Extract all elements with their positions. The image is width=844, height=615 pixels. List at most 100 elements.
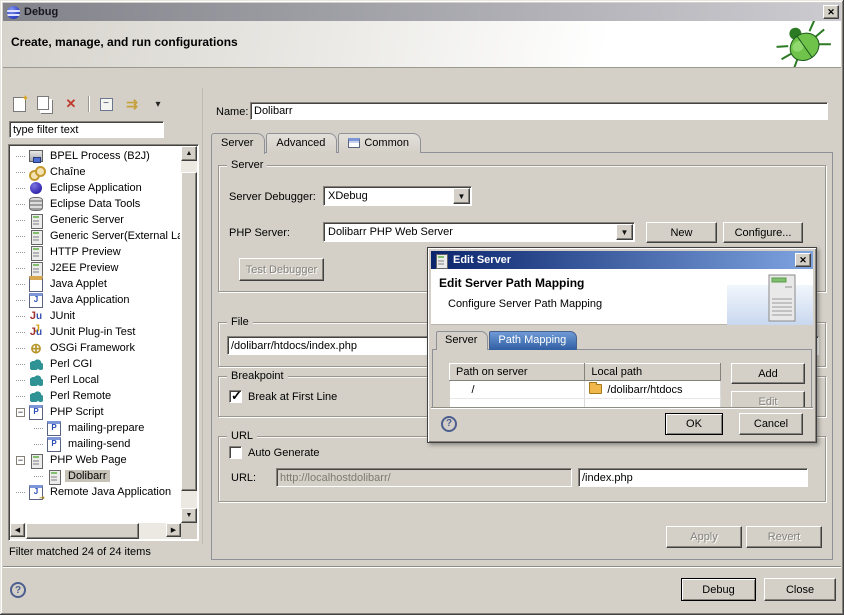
tree-item[interactable]: Perl Local (11, 372, 180, 388)
tree-item-label: JUnit (47, 310, 78, 322)
new-configuration-icon[interactable] (8, 94, 30, 115)
tree-item[interactable]: mailing-prepare (11, 420, 180, 436)
tree-item[interactable]: Dolibarr (11, 468, 180, 484)
new-server-button[interactable]: New (646, 222, 717, 243)
panel-sash[interactable] (202, 88, 205, 544)
path-on-server-cell[interactable]: / (450, 381, 585, 399)
collapse-all-icon[interactable] (95, 94, 117, 115)
dialog-close-button[interactable]: ✕ (795, 253, 811, 267)
bug-icon (773, 21, 835, 67)
chevron-down-icon[interactable]: ▼ (616, 224, 633, 240)
tree-item[interactable]: Perl Remote (11, 388, 180, 404)
configure-button[interactable]: Configure... (723, 222, 803, 243)
url-path-input[interactable] (578, 468, 808, 487)
tab-label: Server (221, 137, 253, 149)
scroll-down-icon[interactable]: ▼ (181, 508, 197, 523)
junit-plugin-icon (29, 326, 43, 339)
server-debugger-value: XDebug (324, 190, 452, 202)
dialog-heading: Edit Server Path Mapping (439, 276, 584, 290)
tree-connector (16, 268, 25, 269)
window-titlebar[interactable]: Debug ✕ (3, 3, 841, 21)
server-debugger-combo[interactable]: XDebug ▼ (323, 186, 472, 206)
delete-icon[interactable] (60, 94, 82, 115)
column-header[interactable]: Path on server (450, 364, 585, 381)
scroll-up-icon[interactable]: ▲ (181, 146, 197, 161)
window-close-button[interactable]: ✕ (823, 5, 839, 19)
tree-item[interactable]: −PHP Script (11, 404, 180, 420)
tree-item[interactable]: mailing-send (11, 436, 180, 452)
tree-item[interactable]: Chaîne (11, 164, 180, 180)
tree-item[interactable]: Java Applet (11, 276, 180, 292)
tree-item-label: mailing-send (65, 438, 133, 450)
duplicate-icon[interactable] (34, 94, 56, 115)
tree-expander-icon[interactable]: − (16, 456, 25, 465)
ok-button[interactable]: OK (665, 413, 723, 435)
edit-server-titlebar[interactable]: Edit Server ✕ (431, 251, 813, 269)
tree-item[interactable]: Generic Server(External La (11, 228, 180, 244)
configurations-tree-panel: BPEL Process (B2J)ChaîneEclipse Applicat… (8, 144, 199, 541)
server-icon (29, 230, 43, 243)
table-row[interactable]: //dolibarr/htdocs (450, 381, 721, 399)
horizontal-scroll-thumb[interactable] (26, 523, 139, 539)
help-icon[interactable]: ? (10, 582, 26, 598)
add-button[interactable]: Add (731, 363, 805, 384)
local-path-cell[interactable]: /dolibarr/htdocs (585, 381, 721, 399)
break-first-line-checkbox[interactable] (229, 390, 242, 403)
filter-input[interactable] (9, 121, 164, 138)
tab-server[interactable]: Server (211, 133, 265, 154)
tree-connector (16, 284, 25, 285)
php-server-label: PHP Server: (229, 227, 290, 239)
tree-item[interactable]: JUnit Plug-in Test (11, 324, 180, 340)
sphere-icon (29, 182, 43, 195)
revert-button[interactable]: Revert (746, 526, 822, 548)
tab-advanced[interactable]: Advanced (266, 133, 337, 153)
help-icon[interactable]: ? (441, 416, 457, 432)
php-server-combo[interactable]: Dolibarr PHP Web Server ▼ (323, 222, 635, 242)
scroll-left-icon[interactable]: ◀ (10, 523, 25, 537)
apply-button[interactable]: Apply (666, 526, 742, 548)
tree-item[interactable]: Eclipse Data Tools (11, 196, 180, 212)
dialog-tab-path-mapping[interactable]: Path Mapping (489, 331, 577, 350)
tree-item-label: PHP Web Page (47, 454, 130, 466)
cancel-button[interactable]: Cancel (739, 413, 803, 435)
path-mapping-table[interactable]: Path on serverLocal path //dolibarr/htdo… (449, 363, 721, 409)
php-icon (47, 438, 61, 451)
tree-vertical-scrollbar[interactable]: ▲ ▼ (181, 146, 197, 523)
chain-icon (29, 166, 43, 179)
name-input[interactable] (250, 102, 828, 120)
tree-item[interactable]: Generic Server (11, 212, 180, 228)
tree-item[interactable]: Perl CGI (11, 356, 180, 372)
tree-item[interactable]: J2EE Preview (11, 260, 180, 276)
tree-expander-icon[interactable]: − (16, 408, 25, 417)
eclipse-icon (7, 6, 20, 19)
debug-window: Debug ✕ Create, manage, and run configur… (0, 0, 844, 615)
tree-item[interactable]: − PHP Web Page (11, 452, 180, 468)
scroll-right-icon[interactable]: ▶ (166, 523, 181, 537)
chevron-down-icon[interactable]: ▼ (453, 188, 470, 204)
tree-item[interactable]: BPEL Process (B2J) (11, 148, 180, 164)
close-button[interactable]: Close (764, 578, 836, 601)
vertical-scroll-thumb[interactable] (181, 172, 197, 491)
tree-item[interactable]: HTTP Preview (11, 244, 180, 260)
tree-item[interactable]: Java Application (11, 292, 180, 308)
tree-item[interactable]: Eclipse Application (11, 180, 180, 196)
auto-generate-checkbox[interactable] (229, 446, 242, 459)
tree-item[interactable]: OSGi Framework (11, 340, 180, 356)
menu-dropdown-icon[interactable] (147, 94, 169, 115)
server-debugger-label: Server Debugger: (229, 191, 316, 203)
table-header-row[interactable]: Path on serverLocal path (450, 364, 721, 381)
column-header[interactable]: Local path (585, 364, 721, 381)
tree-item[interactable]: JUnit (11, 308, 180, 324)
config-toolbar (8, 92, 169, 116)
tree-item[interactable]: Remote Java Application (11, 484, 180, 500)
tree-connector (16, 204, 25, 205)
test-debugger-button[interactable]: Test Debugger (239, 258, 324, 281)
dialog-button-bar: ? OK Cancel (431, 407, 813, 439)
dialog-tab-server[interactable]: Server (436, 331, 488, 350)
tab-common[interactable]: Common (338, 133, 421, 153)
debug-button[interactable]: Debug (681, 578, 756, 601)
tree-item-label: Perl Remote (47, 390, 114, 402)
server-icon (47, 470, 61, 483)
filter-icon[interactable] (121, 94, 143, 115)
tree-horizontal-scrollbar[interactable]: ◀ ▶ (10, 523, 181, 539)
